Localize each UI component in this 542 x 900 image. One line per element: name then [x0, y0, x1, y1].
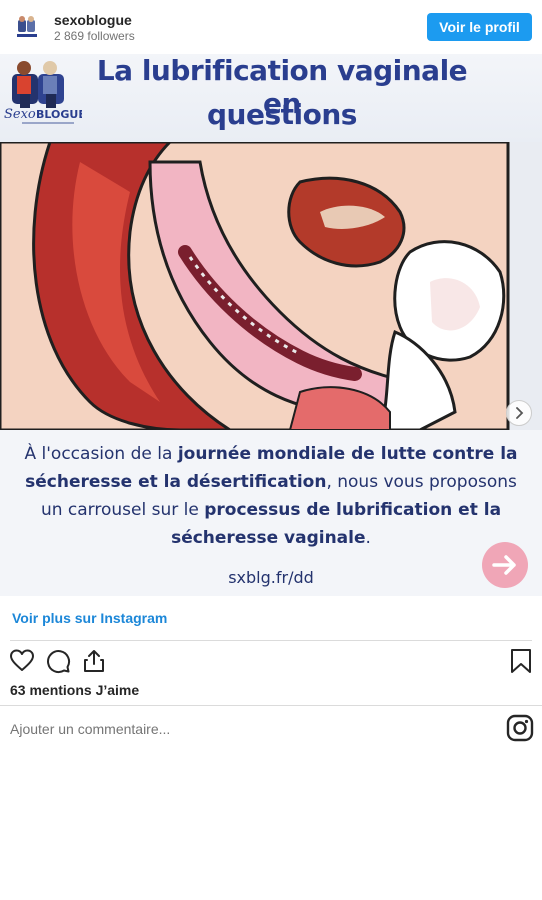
arrow-right-icon [492, 555, 516, 575]
image-url-text: sxblg.fr/dd [228, 568, 314, 587]
caption-line1-bold: journée mondiale de lutte contre la [177, 444, 518, 464]
follower-count: 2 869 followers [54, 29, 135, 43]
bookmark-icon[interactable] [508, 648, 534, 674]
caption-line3-bold: processus de lubrification et la [204, 500, 502, 520]
comment-input[interactable] [10, 721, 490, 737]
slide-next-arrow[interactable] [482, 542, 528, 588]
view-profile-button[interactable]: Voir le profil [427, 13, 532, 41]
caption-line4-bold: sécheresse vaginale [171, 528, 366, 548]
divider [0, 705, 542, 706]
view-more-on-instagram-link[interactable]: Voir plus sur Instagram [12, 610, 167, 626]
share-icon[interactable] [81, 648, 107, 674]
svg-text:Sexo: Sexo [4, 107, 36, 122]
svg-text:BLOGUE: BLOGUE [36, 108, 82, 121]
caption-line4-post: . [365, 528, 371, 548]
caption-line2-bold: sécheresse et la désertification [25, 472, 327, 492]
instagram-icon[interactable] [506, 714, 534, 742]
like-count[interactable]: 63 mentions J’aime [10, 682, 139, 698]
image-title-line-2: questions [207, 98, 357, 131]
caption-line2-post: , nous vous proposons [326, 472, 517, 492]
post-image[interactable]: Sexo BLOGUE La lubrification vaginale en… [0, 54, 542, 596]
action-bar [0, 646, 542, 676]
post-header: sexoblogue 2 869 followers Voir le profi… [0, 0, 542, 54]
caption-line1-pre: À l'occasion de la [24, 444, 178, 464]
image-title-banner: Sexo BLOGUE La lubrification vaginale en… [0, 54, 542, 142]
divider [10, 640, 532, 641]
sexoblogue-logo: Sexo BLOGUE [2, 54, 86, 130]
caption-line3-pre: un carrousel sur le [40, 500, 205, 520]
comment-icon[interactable] [45, 648, 71, 674]
avatar[interactable] [12, 12, 42, 42]
username[interactable]: sexoblogue [54, 12, 132, 28]
heart-icon[interactable] [9, 648, 35, 674]
anatomy-illustration [0, 140, 542, 432]
image-caption: À l'occasion de la journée mondiale de l… [10, 440, 532, 552]
chevron-right-icon [516, 407, 524, 419]
carousel-next-button[interactable] [506, 400, 532, 426]
image-caption-banner: À l'occasion de la journée mondiale de l… [0, 430, 542, 596]
